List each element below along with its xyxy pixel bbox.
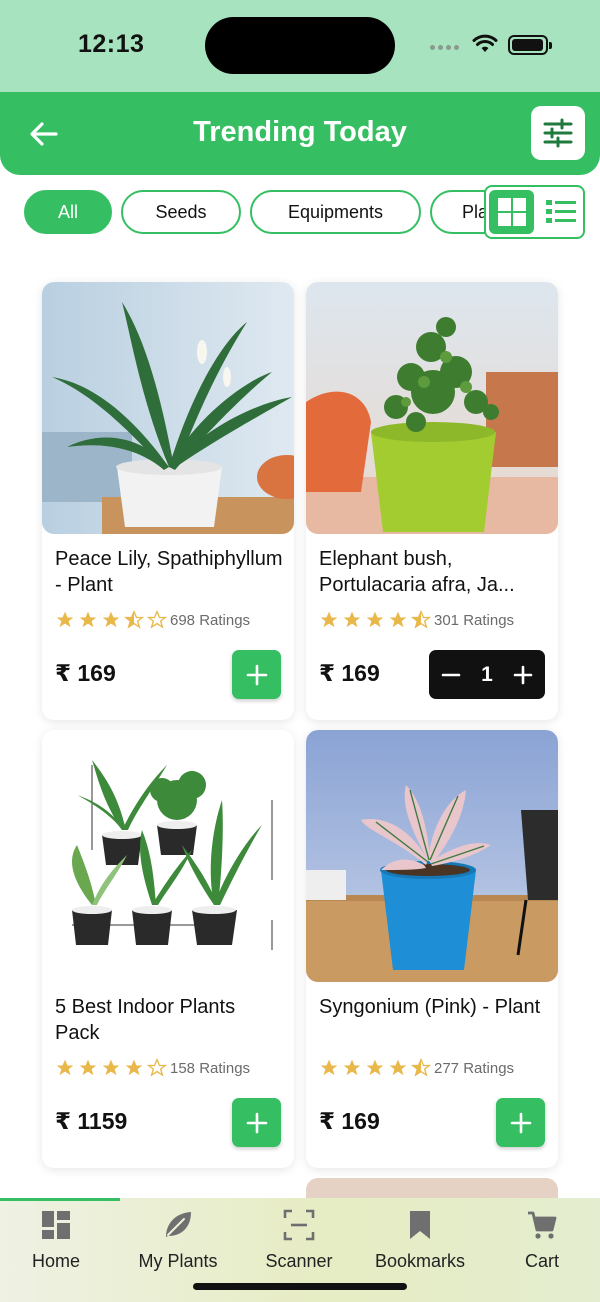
home-indicator (193, 1283, 407, 1290)
product-price: ₹ 1159 (55, 1108, 128, 1134)
ratings-count: 277 Ratings (434, 1059, 515, 1077)
dynamic-island (205, 17, 395, 74)
product-name: 5 Best Indoor Plants Pack (55, 996, 236, 1044)
star-empty-icon (147, 1058, 167, 1077)
ratings-count: 158 Ratings (170, 1059, 251, 1077)
cellular-signal-icon (430, 45, 459, 50)
nav-my-plants[interactable]: My Plants (118, 1208, 238, 1272)
nav-label: Cart (524, 1251, 559, 1271)
page-title: Trending Today (193, 116, 407, 148)
product-rating: 277 Ratings (319, 1058, 514, 1078)
product-price: ₹ 169 (55, 660, 116, 686)
star-empty-icon (147, 610, 167, 629)
wifi-icon (472, 34, 498, 52)
chip-all[interactable]: All (24, 190, 112, 234)
scan-frame-icon (283, 1209, 315, 1241)
bookmark-icon (410, 1211, 430, 1239)
product-name: Peace Lily, Spathiphyllum - Plant (55, 548, 283, 596)
star-filled-icon (79, 611, 97, 628)
star-filled-icon (56, 1059, 74, 1076)
product-image-peace-lily (42, 282, 294, 534)
star-filled-icon (366, 1059, 384, 1076)
nav-bookmarks[interactable]: Bookmarks (360, 1208, 480, 1272)
status-time: 12:13 (78, 30, 145, 58)
star-filled-icon (343, 611, 361, 628)
grid-view-button[interactable] (489, 190, 534, 234)
nav-cart[interactable]: Cart (482, 1208, 600, 1272)
status-bar: 12:13 (0, 0, 600, 92)
nav-label: Home (31, 1251, 80, 1271)
cart-icon (528, 1211, 557, 1239)
product-card[interactable]: Elephant bush, Portulacaria afra, Ja... … (306, 282, 558, 720)
add-to-cart-button[interactable] (496, 1098, 545, 1147)
product-card[interactable]: Peace Lily, Spathiphyllum - Plant 698 Ra… (42, 282, 294, 720)
battery-icon (508, 35, 552, 55)
product-rating: 301 Ratings (319, 610, 514, 630)
nav-label: Bookmarks (374, 1251, 466, 1271)
product-name: Syngonium (Pink) - Plant (319, 996, 541, 1018)
add-to-cart-button[interactable] (232, 650, 281, 699)
star-filled-icon (79, 1059, 97, 1076)
plus-icon (246, 1112, 267, 1133)
star-filled-icon (56, 611, 74, 628)
star-filled-icon (343, 1059, 361, 1076)
product-price: ₹ 169 (319, 660, 380, 686)
quantity-stepper: 1 (429, 650, 545, 699)
plus-icon (510, 1112, 531, 1133)
nav-home[interactable]: Home (0, 1208, 116, 1272)
star-filled-icon (102, 611, 120, 628)
plus-icon[interactable] (513, 665, 533, 685)
add-to-cart-button[interactable] (232, 1098, 281, 1147)
nav-label: Scanner (265, 1251, 333, 1271)
filter-button[interactable] (531, 106, 585, 160)
list-view-button[interactable] (540, 190, 582, 234)
grid-icon (497, 198, 526, 226)
product-price: ₹ 169 (319, 1108, 380, 1134)
product-image-indoor-plants-pack (42, 730, 294, 982)
active-tab-indicator (0, 1198, 120, 1201)
ratings-count: 698 Ratings (170, 611, 251, 629)
star-filled-icon (320, 1059, 338, 1076)
product-card[interactable]: Syngonium (Pink) - Plant 277 Ratings ₹ 1… (306, 730, 558, 1168)
product-card[interactable]: 5 Best Indoor Plants Pack 158 Ratings ₹ … (42, 730, 294, 1168)
quantity-value: 1 (481, 662, 493, 686)
star-filled-icon (102, 1059, 120, 1076)
chip-seeds[interactable]: Seeds (121, 190, 241, 234)
app-header: Trending Today (0, 92, 600, 175)
star-filled-icon (389, 611, 407, 628)
star-half-icon (124, 610, 144, 629)
product-rating: 158 Ratings (55, 1058, 250, 1078)
ratings-count: 301 Ratings (434, 611, 515, 629)
leaf-icon (166, 1212, 191, 1237)
product-rating: 698 Ratings (55, 610, 250, 630)
star-filled-icon (366, 611, 384, 628)
dashboard-grid-icon (42, 1211, 70, 1239)
star-filled-icon (320, 611, 338, 628)
star-half-icon (411, 610, 431, 629)
chip-equipments[interactable]: Equipments (250, 190, 421, 234)
star-filled-icon (389, 1059, 407, 1076)
sliders-icon (543, 118, 573, 148)
plus-icon (246, 664, 267, 685)
product-image-elephant-bush (306, 282, 558, 534)
minus-icon[interactable] (441, 665, 461, 685)
product-image-syngonium (306, 730, 558, 982)
star-filled-icon (125, 1059, 143, 1076)
nav-scanner[interactable]: Scanner (239, 1208, 359, 1272)
star-half-icon (411, 1058, 431, 1077)
product-name: Elephant bush, Portulacaria afra, Ja... (319, 548, 515, 596)
view-toggle (484, 185, 585, 239)
list-icon (546, 200, 576, 223)
nav-label: My Plants (138, 1251, 218, 1271)
